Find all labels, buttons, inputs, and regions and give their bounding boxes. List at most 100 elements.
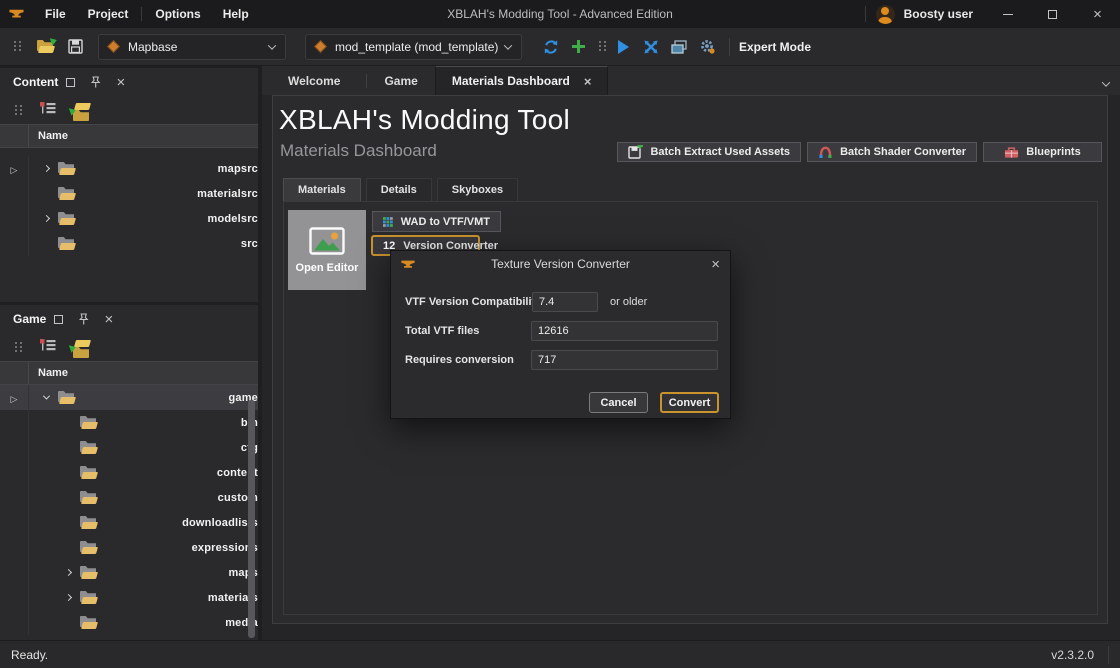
- tab-game[interactable]: Game: [367, 66, 434, 95]
- cancel-button[interactable]: Cancel: [589, 392, 648, 413]
- maximize-button[interactable]: [1030, 0, 1075, 28]
- save-icon: [68, 39, 83, 54]
- wad-converter-button[interactable]: WAD to VTF/VMT: [372, 211, 501, 232]
- panel-close-button[interactable]: [108, 72, 133, 92]
- tab-materials[interactable]: Materials: [283, 178, 361, 202]
- status-text: Ready.: [11, 648, 48, 662]
- windows-button[interactable]: [671, 40, 687, 54]
- blueprints-button[interactable]: Blueprints: [983, 142, 1102, 162]
- expander-icon[interactable]: [38, 166, 54, 171]
- menu-help[interactable]: Help: [212, 0, 260, 28]
- close-icon: [116, 75, 125, 90]
- tree-item-custom[interactable]: custom: [0, 485, 258, 510]
- panel-maximize-button[interactable]: [46, 309, 71, 329]
- tab-materials-dashboard[interactable]: Materials Dashboard: [435, 66, 609, 95]
- crossed-arrows-icon: [643, 39, 659, 55]
- panel-grip-icon[interactable]: [14, 105, 23, 116]
- user-avatar[interactable]: [876, 5, 895, 24]
- settings-button[interactable]: [699, 38, 716, 55]
- engine-select[interactable]: Mapbase: [98, 34, 286, 60]
- panel-title: Content: [13, 75, 58, 89]
- tree-item-downloadlists[interactable]: downloadlists: [0, 510, 258, 535]
- folder-icon: [80, 491, 210, 504]
- menu-options[interactable]: Options: [144, 0, 211, 28]
- toolbar-grip-icon[interactable]: [598, 41, 607, 52]
- dashboard-tabs: Materials Details Skyboxes: [283, 178, 523, 202]
- tab-welcome[interactable]: Welcome: [262, 66, 366, 95]
- menu-file[interactable]: File: [34, 0, 77, 28]
- name-column-header[interactable]: Name: [29, 367, 68, 379]
- run-map-button[interactable]: [643, 39, 659, 55]
- dialog-titlebar: Texture Version Converter: [391, 251, 730, 277]
- open-folder-button[interactable]: [37, 40, 54, 53]
- folder-icon: [80, 516, 174, 529]
- tab-list-chevron-icon[interactable]: [1103, 76, 1109, 90]
- expander-icon[interactable]: [38, 216, 54, 221]
- add-button[interactable]: [572, 40, 585, 53]
- expert-mode-label[interactable]: Expert Mode: [739, 40, 811, 54]
- batch-extract-button[interactable]: Batch Extract Used Assets: [617, 142, 801, 162]
- requires-conversion-input[interactable]: [531, 350, 718, 370]
- tree-item-expressions[interactable]: expressions: [0, 535, 258, 560]
- collapse-tree-button[interactable]: [40, 339, 56, 355]
- folder-icon: [80, 441, 233, 454]
- minimize-button[interactable]: [985, 0, 1030, 28]
- engine-diamond-icon: [107, 40, 120, 53]
- user-label[interactable]: Boosty user: [904, 7, 973, 21]
- tab-skyboxes[interactable]: Skyboxes: [437, 178, 518, 202]
- menu-project[interactable]: Project: [77, 0, 140, 28]
- total-files-input[interactable]: [531, 321, 718, 341]
- column-header: Name: [0, 361, 258, 385]
- panel-pin-button[interactable]: [71, 309, 96, 329]
- name-column-header[interactable]: Name: [29, 130, 68, 142]
- expander-icon[interactable]: [60, 595, 76, 600]
- vtf-version-input[interactable]: [532, 292, 598, 312]
- tree-item-modelsrc[interactable]: modelsrc: [0, 206, 258, 231]
- folder-icon: [80, 616, 217, 629]
- scrollbar[interactable]: [248, 400, 255, 637]
- expander-icon[interactable]: [38, 395, 54, 400]
- save-button[interactable]: [68, 39, 83, 54]
- mod-select[interactable]: mod_template (mod_template): [305, 34, 522, 60]
- tree-item-materials[interactable]: materials: [0, 585, 258, 610]
- collapse-tree-button[interactable]: [40, 102, 56, 118]
- scrollbar-thumb[interactable]: [248, 400, 255, 638]
- tree-item-media[interactable]: media: [0, 610, 258, 635]
- open-editor-card[interactable]: Open Editor: [288, 210, 366, 290]
- refresh-button[interactable]: [543, 39, 559, 55]
- refresh-icon: [543, 39, 559, 55]
- run-button[interactable]: [618, 40, 629, 54]
- tree-item-mapsrc[interactable]: mapsrc: [0, 156, 258, 181]
- open-folder-icon: [37, 40, 54, 53]
- collapse-all-icon: [40, 339, 56, 352]
- page-title: XBLAH's Modding Tool: [279, 104, 570, 136]
- game-panel-header: Game: [0, 305, 258, 333]
- tab-details[interactable]: Details: [366, 178, 432, 202]
- tree-item-content[interactable]: content: [0, 460, 258, 485]
- shader-converter-icon: [818, 145, 833, 159]
- toolbar-grip-icon[interactable]: [13, 41, 22, 52]
- panel-maximize-button[interactable]: [58, 72, 83, 92]
- folder-icon: [80, 591, 200, 604]
- tree-item-cfg[interactable]: cfg: [0, 435, 258, 460]
- panel-close-button[interactable]: [96, 309, 121, 329]
- tree-item-game[interactable]: game: [0, 385, 258, 410]
- expander-icon[interactable]: [60, 570, 76, 575]
- plus-icon: [572, 40, 585, 53]
- folder-icon: [58, 187, 189, 200]
- open-editor-label: Open Editor: [296, 262, 359, 274]
- panel-pin-button[interactable]: [83, 72, 108, 92]
- batch-shader-button[interactable]: Batch Shader Converter: [807, 142, 977, 162]
- tree-item-src[interactable]: src: [0, 231, 258, 256]
- close-tab-icon[interactable]: [584, 75, 592, 88]
- convert-button[interactable]: Convert: [660, 392, 719, 413]
- close-button[interactable]: [1075, 0, 1120, 28]
- menubar: File Project Options Help: [34, 0, 260, 28]
- dialog-close-icon[interactable]: [711, 257, 720, 272]
- statusbar-separator: [1108, 646, 1109, 664]
- tree-item-maps[interactable]: maps: [0, 560, 258, 585]
- tree-item-bin[interactable]: bin: [0, 410, 258, 435]
- row-indicator: [0, 385, 29, 410]
- panel-grip-icon[interactable]: [14, 342, 23, 353]
- tree-item-materialsrc[interactable]: materialsrc: [0, 181, 258, 206]
